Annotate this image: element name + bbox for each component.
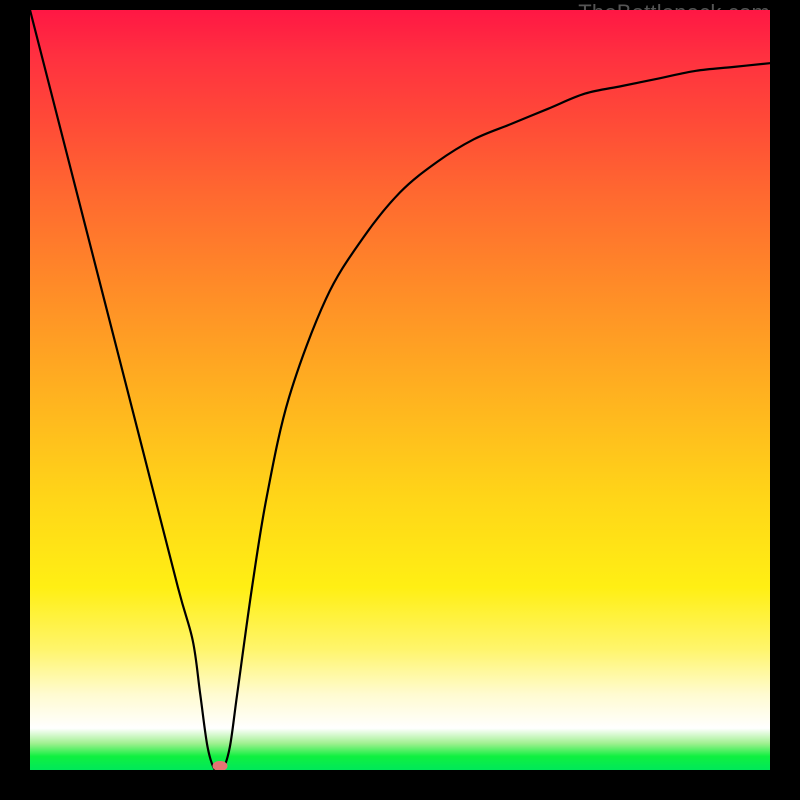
plot-area: [30, 10, 770, 770]
bottleneck-curve: [30, 10, 770, 770]
chart-frame: TheBottleneck.com: [0, 0, 800, 800]
optimal-marker: [213, 761, 228, 770]
